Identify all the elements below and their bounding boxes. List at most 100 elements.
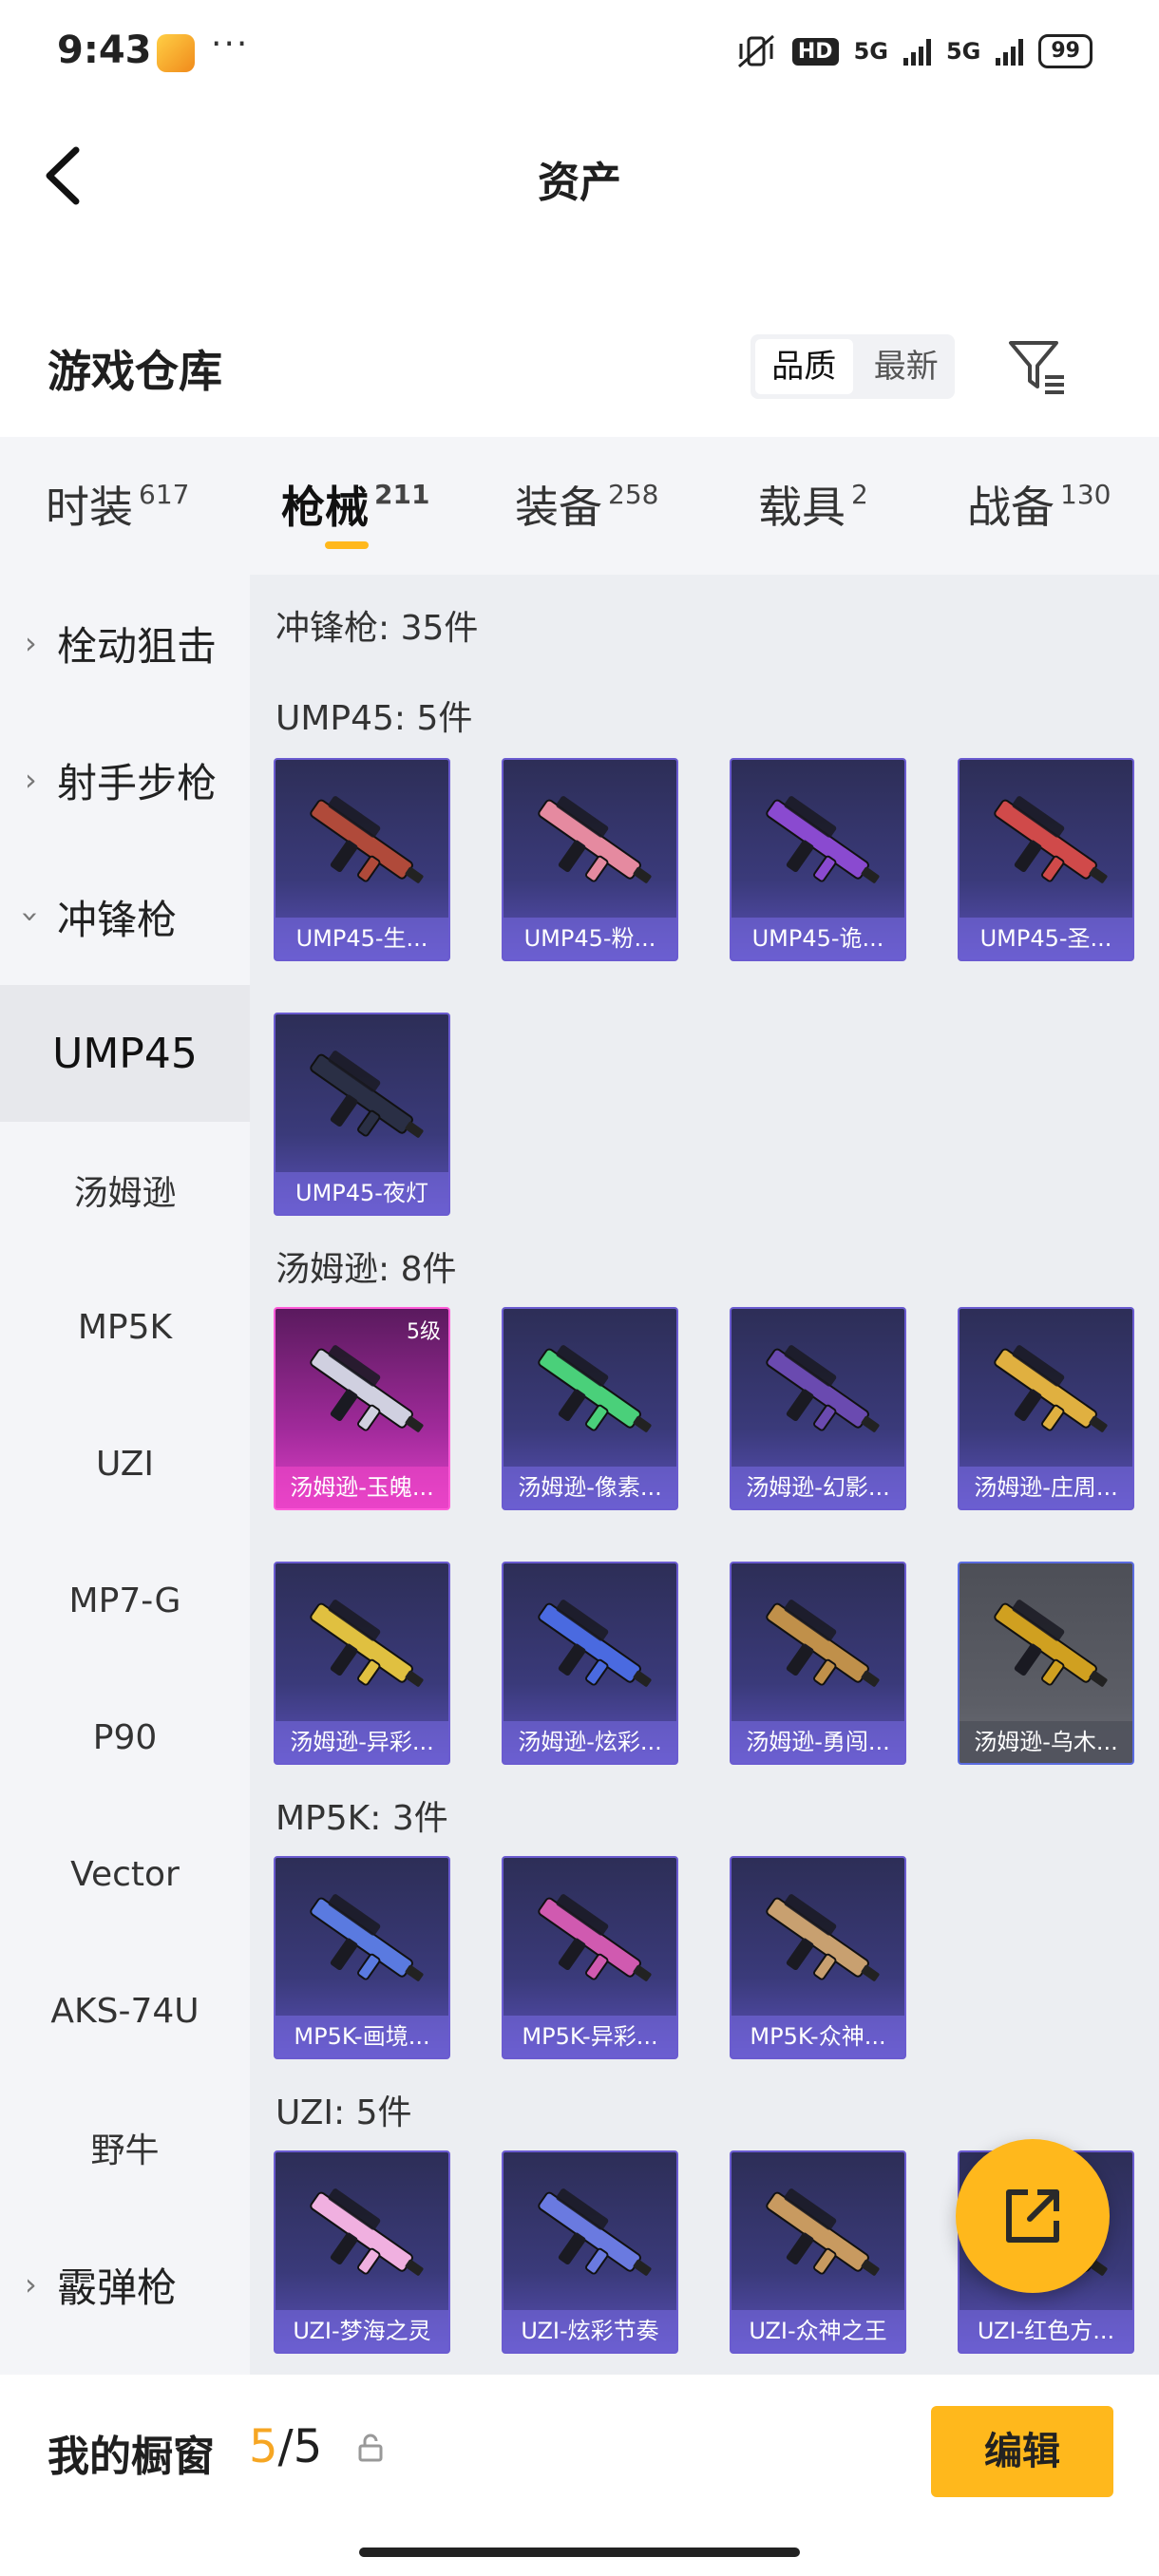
weapon-skin-image — [538, 1600, 652, 1687]
network-label-2: 5G — [945, 38, 981, 65]
sidebar-item-label: 野牛 — [90, 2131, 160, 2170]
weapon-card-label: 汤姆逊-幻影... — [732, 1467, 904, 1508]
weapon-skin-image — [994, 1600, 1108, 1687]
battery-icon: 99 — [1038, 34, 1092, 68]
weapon-card-label: MP5K-众神... — [732, 2016, 904, 2057]
sidebar-item-mp7g[interactable]: MP7-G — [0, 1532, 250, 1669]
showcase-label: 我的橱窗 — [48, 2433, 215, 2481]
sidebar-item-smg[interactable]: › 冲锋枪 — [0, 848, 250, 985]
weapon-card[interactable]: UZI-众神之王 — [730, 2150, 906, 2354]
weapon-skin-image — [766, 1894, 880, 1981]
sidebar-item-mp5k[interactable]: MP5K — [0, 1259, 250, 1395]
weapon-card-label: MP5K-画境... — [276, 2016, 448, 2057]
sidebar-item-label: 冲锋枪 — [57, 896, 178, 943]
weapon-card-label: UZI-炫彩节奏 — [504, 2310, 676, 2352]
showcase-total: 5 — [293, 2420, 323, 2473]
group-title-mp5k: MP5K: 3件 — [276, 1799, 448, 1838]
sidebar-item-label: UMP45 — [52, 1029, 198, 1078]
level-badge: 5级 — [407, 1320, 441, 1344]
sidebar-item-p90[interactable]: P90 — [0, 1669, 250, 1806]
weapon-card[interactable]: UMP45-生... — [274, 758, 450, 961]
category-tabs: 时装 617 枪械 211 装备 258 载具 2 战备 130 — [0, 437, 1159, 575]
weapon-card[interactable]: 汤姆逊-炫彩... — [502, 1562, 678, 1765]
weapon-skin-image — [538, 1894, 652, 1981]
weapon-skin-image — [766, 2188, 880, 2276]
sidebar-item-bolt-sniper[interactable]: › 栓动狙击 — [0, 575, 250, 711]
weapon-card-label: 汤姆逊-像素... — [504, 1467, 676, 1508]
weapon-skin-image — [310, 796, 424, 883]
weapon-card[interactable]: MP5K-画境... — [274, 1856, 450, 2059]
tab-equipment[interactable]: 装备 258 — [515, 473, 658, 536]
weapon-card[interactable]: MP5K-众神... — [730, 1856, 906, 2059]
weapon-card[interactable]: UZI-炫彩节奏 — [502, 2150, 678, 2354]
tab-count: 211 — [374, 478, 430, 510]
app-notification-icon — [157, 34, 195, 72]
weapon-card[interactable]: 汤姆逊-异彩... — [274, 1562, 450, 1765]
edit-button[interactable]: 编辑 — [931, 2406, 1113, 2497]
weapon-card[interactable]: UMP45-夜灯 — [274, 1013, 450, 1216]
sort-toggle: 品质 最新 — [750, 334, 955, 399]
tab-count: 617 — [139, 478, 190, 510]
share-button[interactable] — [956, 2139, 1110, 2293]
group-title-uzi: UZI: 5件 — [276, 2093, 412, 2132]
weapon-card[interactable]: 汤姆逊-乌木... — [958, 1562, 1134, 1765]
showcase-count: 5/5 — [249, 2420, 322, 2473]
weapon-skin-image — [538, 796, 652, 883]
sidebar-item-label: AKS-74U — [50, 1991, 200, 2031]
weapon-sidebar: › 栓动狙击 › 射手步枪 › 冲锋枪 UMP45 汤姆逊 MP5K UZI MP7-… — [0, 575, 250, 2375]
filter-icon[interactable] — [1007, 337, 1068, 398]
weapon-card[interactable]: 汤姆逊-勇闯... — [730, 1562, 906, 1765]
weapon-card[interactable]: 汤姆逊-幻影... — [730, 1307, 906, 1510]
weapon-card-label: 汤姆逊-庄周... — [960, 1467, 1132, 1508]
sidebar-item-bizon[interactable]: 野牛 — [0, 2079, 250, 2216]
tab-vehicles[interactable]: 载具 2 — [758, 473, 868, 536]
tab-label: 战备 — [967, 482, 1054, 533]
tab-label: 时装 — [46, 482, 133, 533]
tab-supplies[interactable]: 战备 130 — [967, 473, 1111, 536]
tab-label: 载具 — [758, 482, 846, 533]
sidebar-item-aks74u[interactable]: AKS-74U — [0, 1942, 250, 2079]
status-more: ··· — [211, 25, 250, 64]
weapon-card[interactable]: UZI-梦海之灵 — [274, 2150, 450, 2354]
sidebar-item-uzi[interactable]: UZI — [0, 1395, 250, 1532]
weapon-card[interactable]: MP5K-异彩... — [502, 1856, 678, 2059]
weapon-skin-image — [538, 1345, 652, 1432]
showcase-separator: / — [277, 2420, 294, 2473]
tab-label: 枪械 — [281, 482, 369, 533]
sidebar-item-label: MP5K — [77, 1307, 173, 1347]
sidebar-item-shotgun[interactable]: › 霰弹枪 — [0, 2216, 250, 2353]
share-icon — [1006, 2189, 1059, 2243]
weapon-card[interactable]: UMP45-圣... — [958, 758, 1134, 961]
sort-option-quality[interactable]: 品质 — [755, 339, 853, 394]
weapon-card[interactable]: UMP45-诡... — [730, 758, 906, 961]
sort-option-newest[interactable]: 最新 — [858, 334, 956, 399]
sidebar-item-label: 汤姆逊 — [73, 1174, 177, 1213]
chevron-right-icon: › — [25, 762, 37, 798]
tab-guns[interactable]: 枪械 211 — [281, 473, 430, 549]
chevron-right-icon: › — [25, 2266, 37, 2302]
weapon-card[interactable]: 汤姆逊-庄周... — [958, 1307, 1134, 1510]
weapon-skin-image — [310, 1894, 424, 1981]
vibrate-mute-icon — [737, 34, 774, 68]
weapon-skin-image — [994, 796, 1108, 883]
status-time: 9:43 — [57, 28, 152, 72]
weapon-card-label: MP5K-异彩... — [504, 2016, 676, 2057]
warehouse-title: 游戏仓库 — [48, 346, 222, 397]
sidebar-item-marksman[interactable]: › 射手步枪 — [0, 711, 250, 848]
hd-badge: HD — [791, 37, 839, 66]
sidebar-item-ump45[interactable]: UMP45 — [0, 985, 250, 1122]
weapon-card-label: UZI-红色方... — [960, 2310, 1132, 2352]
weapon-card-label: 汤姆逊-炫彩... — [504, 1721, 676, 1763]
weapon-card[interactable]: 汤姆逊-像素... — [502, 1307, 678, 1510]
sidebar-item-thompson[interactable]: 汤姆逊 — [0, 1122, 250, 1259]
group-title-ump45: UMP45: 5件 — [276, 699, 473, 738]
sidebar-item-label: UZI — [96, 1444, 154, 1484]
chevron-down-icon: › — [12, 910, 49, 923]
sidebar-item-vector[interactable]: Vector — [0, 1806, 250, 1942]
sidebar-item-label: 射手步枪 — [57, 759, 218, 806]
network-label-1: 5G — [853, 38, 888, 65]
weapon-card[interactable]: 5级 汤姆逊-玉魄... — [274, 1307, 450, 1510]
weapon-card[interactable]: UMP45-粉... — [502, 758, 678, 961]
tab-count: 2 — [851, 478, 868, 510]
tab-fashion[interactable]: 时装 617 — [46, 473, 189, 536]
